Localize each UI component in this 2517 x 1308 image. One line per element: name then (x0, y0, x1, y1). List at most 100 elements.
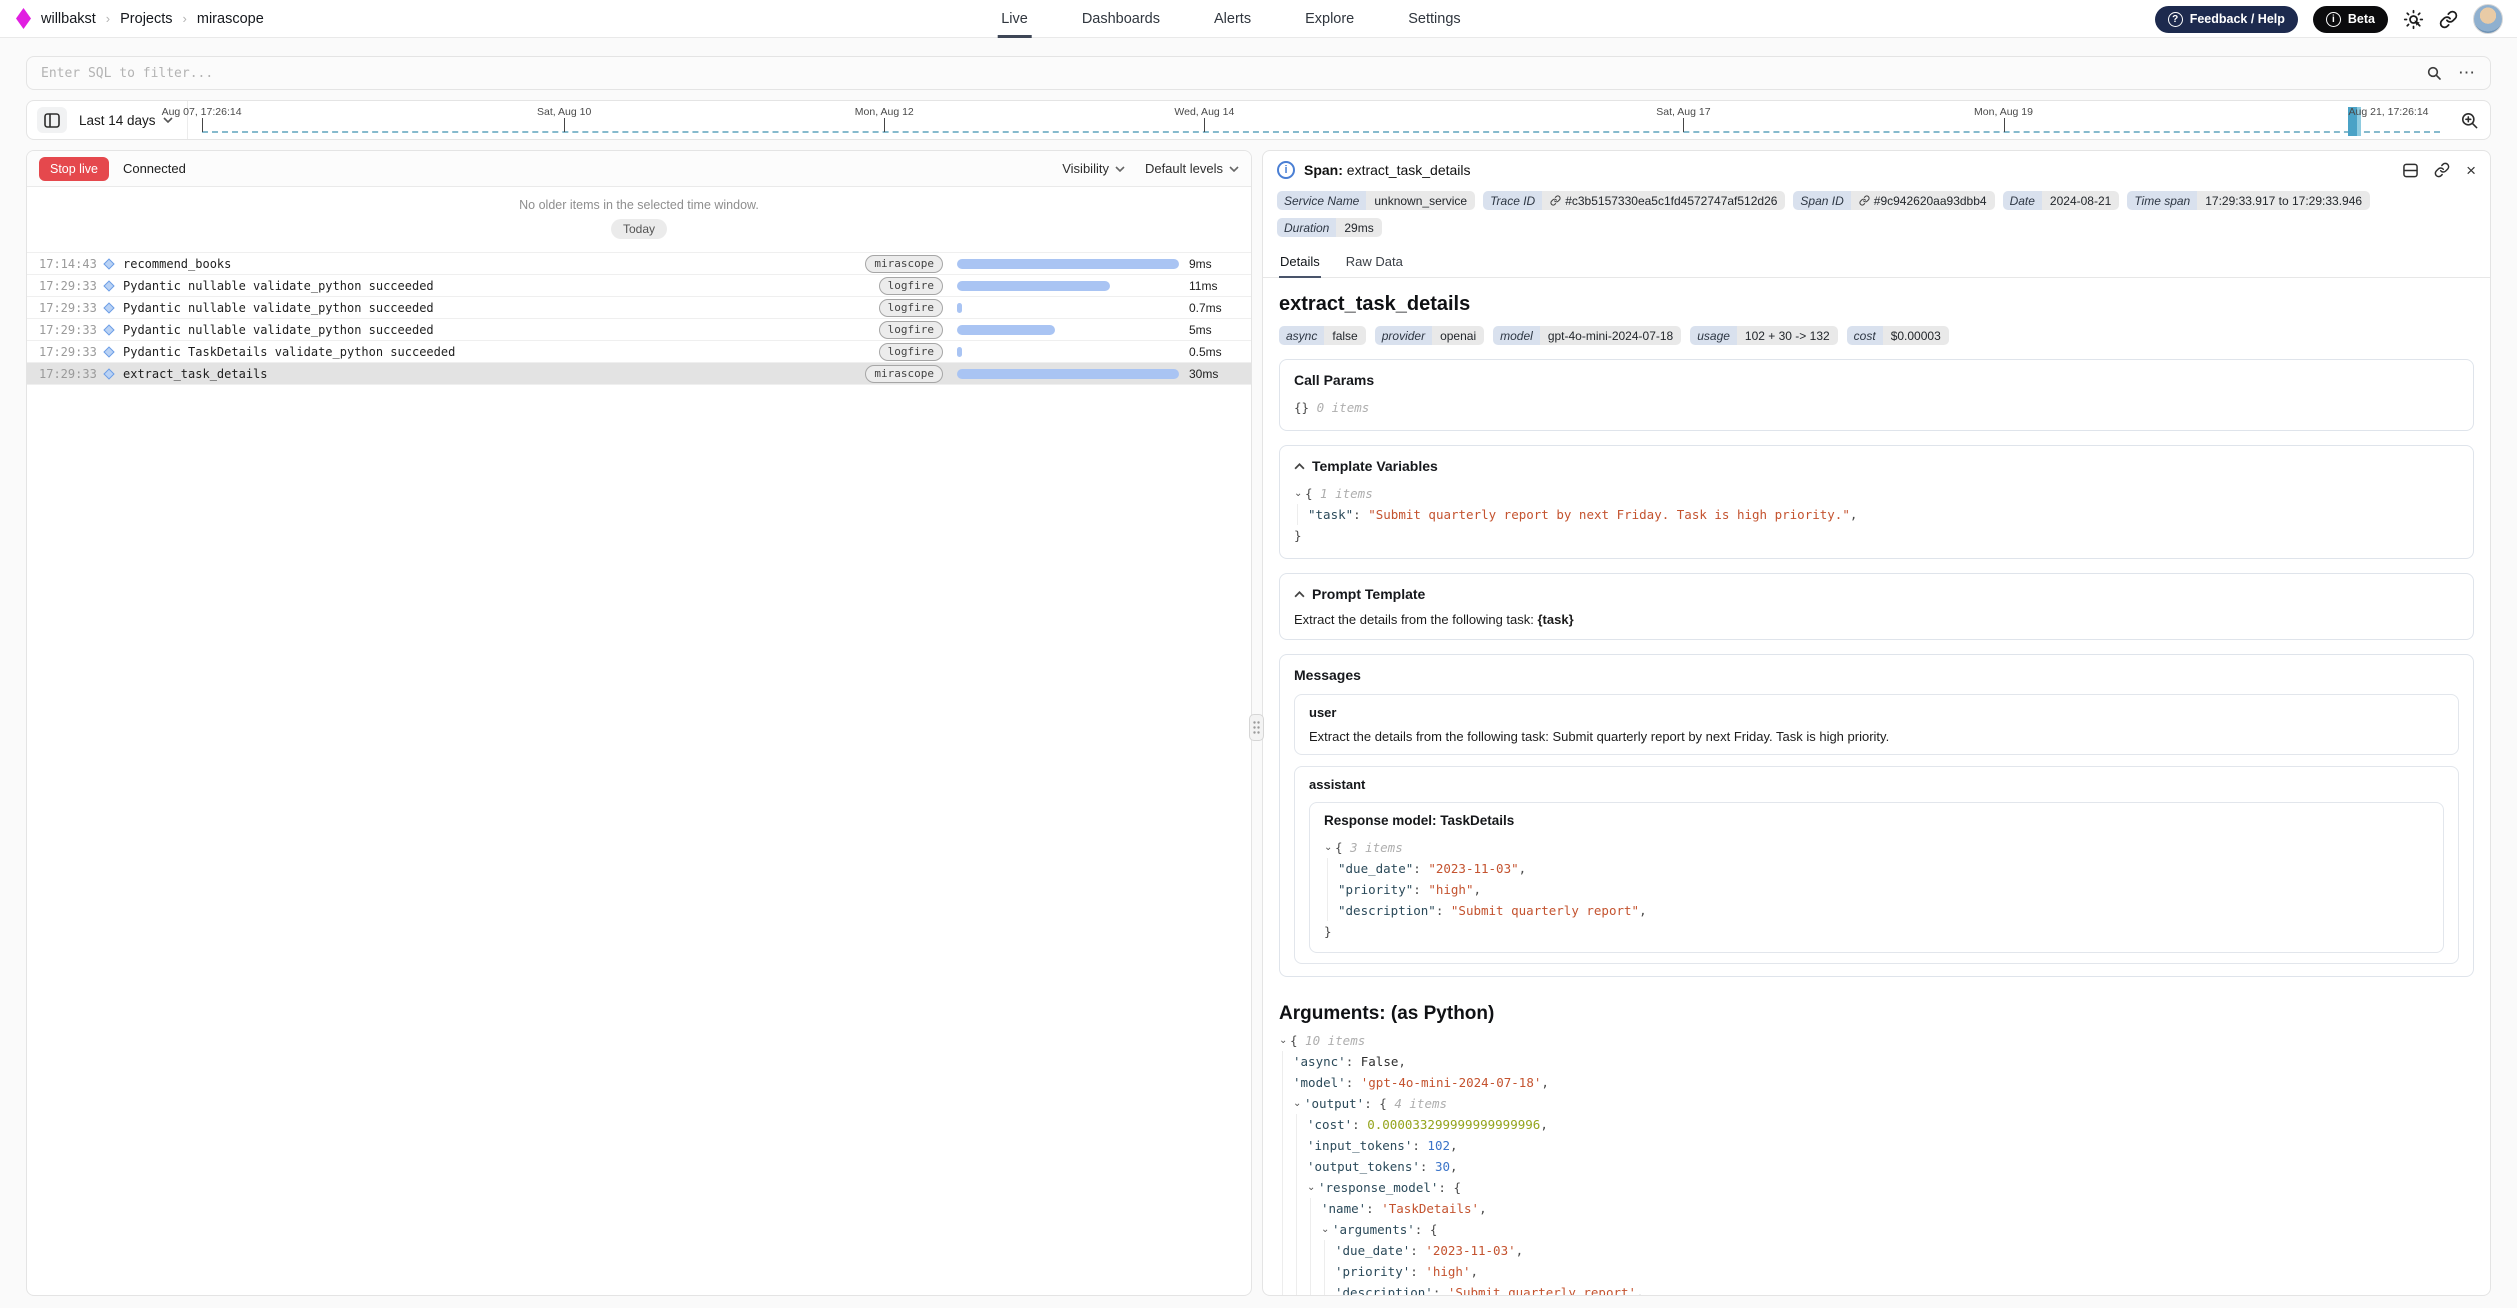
template-variables-json: ⌄{ 1 items"task": "Submit quarterly repo… (1294, 483, 2459, 546)
log-row-tag-cell: logfire (849, 277, 943, 295)
code-token: { (1335, 837, 1343, 858)
nav-tab-live[interactable]: Live (1001, 0, 1028, 38)
tag-pill-logfire[interactable]: logfire (879, 299, 943, 317)
zoom-in-icon[interactable] (2452, 111, 2486, 130)
duration-bar (957, 281, 1110, 291)
nav-tab-explore[interactable]: Explore (1305, 0, 1354, 38)
nav-tab-alerts[interactable]: Alerts (1214, 0, 1251, 38)
log-row-tag-cell: mirascope (849, 255, 943, 273)
expand-chevron-icon[interactable]: ⌄ (1324, 837, 1335, 858)
collapse-sidebar-icon[interactable] (37, 107, 67, 133)
detail-tab-details[interactable]: Details (1279, 247, 1321, 277)
indent-guide (1296, 1261, 1310, 1282)
log-row[interactable]: 17:29:33extract_task_detailsmirascope30m… (27, 362, 1251, 384)
code-token: : (1436, 900, 1451, 921)
meta-badge-value: unknown_service (1366, 191, 1475, 210)
meta-badge-span-id[interactable]: Span ID#9c942620aa93dbb4 (1793, 191, 1994, 210)
log-row[interactable]: 17:29:33Pydantic TaskDetails validate_py… (27, 340, 1251, 362)
log-row-time: 17:29:33 (39, 345, 103, 359)
span-title-text: extract_task_details (1347, 162, 1471, 178)
breadcrumb-item-Projects[interactable]: Projects (120, 11, 172, 27)
code-line: "due_date": "2023-11-03", (1324, 858, 2429, 879)
logfire-logo-icon[interactable] (16, 8, 31, 29)
tag-pill-logfire[interactable]: logfire (879, 277, 943, 295)
split-view-icon[interactable] (2403, 163, 2418, 178)
beta-badge[interactable]: i Beta (2313, 6, 2388, 33)
visibility-dropdown[interactable]: Visibility (1062, 161, 1125, 176)
attr-badge-label: model (1493, 326, 1540, 345)
tag-pill-logfire[interactable]: logfire (879, 321, 943, 339)
collapse-chevron-icon[interactable] (1294, 591, 1305, 598)
empty-window-notice: No older items in the selected time wind… (27, 198, 1251, 212)
meta-badge-trace-id[interactable]: Trace ID#c3b5157330ea5c1fd4572747af512d2… (1483, 191, 1785, 210)
template-variables-card: Template Variables ⌄{ 1 items"task": "Su… (1279, 445, 2474, 559)
code-line: ⌄{ 10 items (1279, 1030, 2474, 1051)
code-line: ⌄'arguments': { (1279, 1219, 2474, 1240)
tag-pill-mirascope[interactable]: mirascope (865, 255, 943, 273)
search-icon[interactable] (2426, 65, 2442, 81)
attr-badge-label: usage (1690, 326, 1737, 345)
log-row[interactable]: 17:29:33Pydantic nullable validate_pytho… (27, 274, 1251, 296)
feedback-help-button[interactable]: ? Feedback / Help (2155, 6, 2298, 33)
nav-tab-settings[interactable]: Settings (1408, 0, 1460, 38)
meta-badge-label: Span ID (1793, 191, 1850, 210)
expand-chevron-icon[interactable]: ⌄ (1279, 1030, 1290, 1051)
attr-badge-label: async (1279, 326, 1324, 345)
meta-badge-service-name: Service Nameunknown_service (1277, 191, 1475, 210)
main-nav-tabs: Live Dashboards Alerts Explore Settings (1001, 0, 1460, 38)
meta-badge-value: 29ms (1336, 218, 1381, 237)
code-token: "Submit quarterly report" (1451, 900, 1639, 921)
sql-filter-input[interactable] (41, 66, 2426, 81)
share-link-icon[interactable] (2439, 10, 2458, 29)
meta-badge-label: Service Name (1277, 191, 1366, 210)
code-token: "priority" (1338, 879, 1413, 900)
nav-tab-dashboards[interactable]: Dashboards (1082, 0, 1160, 38)
log-row[interactable]: 17:29:33Pydantic nullable validate_pytho… (27, 318, 1251, 340)
meta-badge-value: #c3b5157330ea5c1fd4572747af512d26 (1542, 191, 1785, 210)
indent-guide (1310, 1261, 1324, 1282)
indent-guide (1282, 1093, 1296, 1114)
code-token: '2023-11-03' (1425, 1240, 1515, 1261)
sql-filter-bar: ⋯ (26, 56, 2491, 90)
log-row[interactable]: 17:29:33Pydantic nullable validate_pytho… (27, 296, 1251, 318)
code-token: 1 items (1313, 483, 1373, 504)
theme-toggle-icon[interactable] (2403, 9, 2424, 30)
question-icon: ? (2168, 12, 2183, 27)
breadcrumb-separator: › (106, 11, 110, 26)
panel-resize-handle[interactable] (1249, 714, 1264, 741)
code-token: 'async' (1293, 1051, 1346, 1072)
detail-tab-raw-data[interactable]: Raw Data (1345, 247, 1404, 277)
more-options-icon[interactable]: ⋯ (2458, 68, 2476, 78)
copy-link-icon[interactable] (2434, 162, 2450, 178)
duration-bar (957, 369, 1179, 379)
code-token: , (1473, 879, 1481, 900)
tag-pill-mirascope[interactable]: mirascope (865, 365, 943, 383)
user-avatar[interactable] (2473, 4, 2503, 34)
call-params-card: Call Params {} 0 items (1279, 359, 2474, 431)
timeline-track[interactable]: Aug 07, 17:26:14Sat, Aug 10Mon, Aug 12We… (202, 100, 2440, 140)
code-line: {} 0 items (1294, 397, 2459, 418)
log-row-bar-cell (957, 281, 1179, 291)
timeline-tick-label: Mon, Aug 19 (1974, 106, 2033, 118)
meta-badge-duration: Duration29ms (1277, 218, 1382, 237)
log-row[interactable]: 17:14:43recommend_booksmirascope9ms (27, 252, 1251, 274)
collapse-chevron-icon[interactable] (1294, 463, 1305, 470)
tag-pill-logfire[interactable]: logfire (879, 343, 943, 361)
code-token: , (1479, 1198, 1487, 1219)
default-levels-label: Default levels (1145, 161, 1223, 176)
code-line: ⌄{ 3 items (1324, 837, 2429, 858)
attr-badge-value: gpt-4o-mini-2024-07-18 (1540, 326, 1681, 345)
attr-badge-label: provider (1375, 326, 1432, 345)
code-line: 'async': False, (1279, 1051, 2474, 1072)
close-panel-icon[interactable]: × (2466, 162, 2476, 179)
code-token: { (1305, 483, 1313, 504)
span-diamond-icon (103, 368, 114, 379)
log-row-tag-cell: logfire (849, 321, 943, 339)
default-levels-dropdown[interactable]: Default levels (1145, 161, 1239, 176)
expand-chevron-icon[interactable]: ⌄ (1294, 483, 1305, 504)
breadcrumb-item-willbakst[interactable]: willbakst (41, 11, 96, 27)
breadcrumb-item-mirascope[interactable]: mirascope (197, 11, 264, 27)
code-token: , (1850, 504, 1858, 525)
stop-live-button[interactable]: Stop live (39, 157, 109, 181)
code-line: 'description': 'Submit quarterly report'… (1279, 1282, 2474, 1296)
